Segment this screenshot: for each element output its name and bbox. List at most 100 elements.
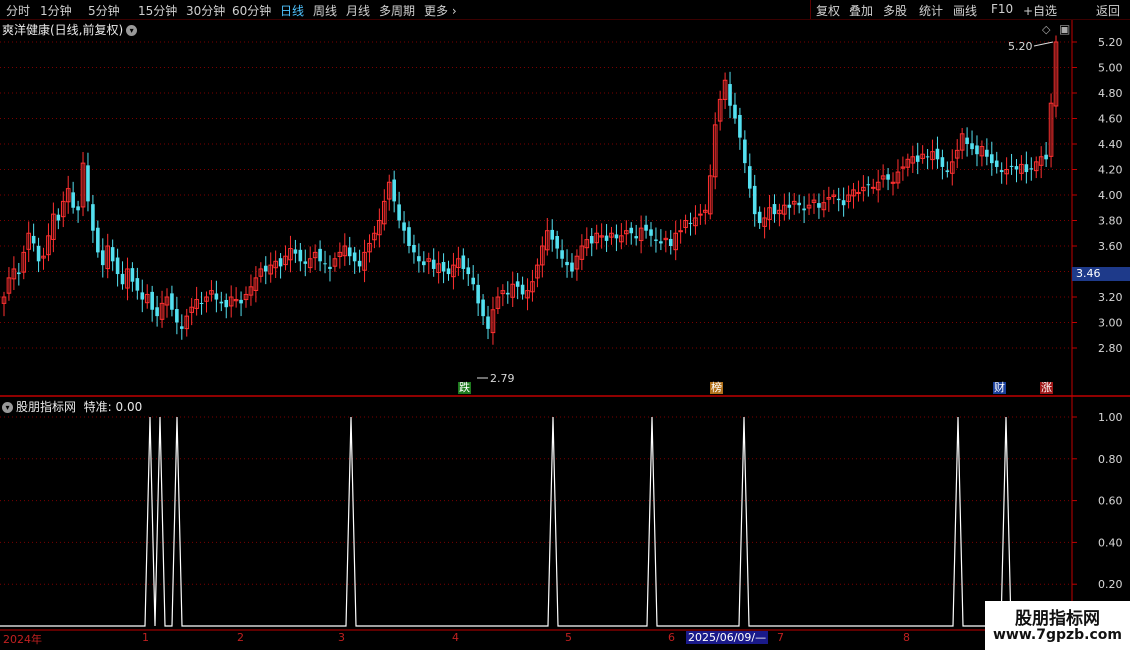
- date-label: 4: [452, 631, 459, 644]
- candle-body: [1044, 154, 1048, 160]
- candle-body: [747, 166, 752, 189]
- candle-body: [1029, 168, 1034, 170]
- candle-body: [278, 258, 283, 267]
- candle-body: [110, 247, 115, 262]
- price-tick-label: 3.80: [1098, 215, 1123, 228]
- candle-body: [155, 307, 159, 317]
- candle-body: [476, 284, 480, 304]
- candle-body: [170, 293, 174, 310]
- candle-body: [802, 208, 806, 211]
- candle-body: [318, 248, 322, 262]
- candle-body: [935, 148, 940, 160]
- panel-toggle-icon[interactable]: ▣: [1059, 22, 1070, 36]
- candle-body: [17, 272, 21, 275]
- price-tick-label: 3.00: [1098, 317, 1123, 330]
- candle-body: [180, 326, 184, 329]
- candle-body: [392, 179, 396, 202]
- date-label: 2: [237, 631, 244, 644]
- candle-body: [481, 299, 485, 317]
- candle-body: [644, 224, 648, 231]
- indicator-value: 特准: 0.00: [83, 400, 143, 414]
- price-tick-label: 4.00: [1098, 189, 1123, 202]
- date-label: 1: [142, 631, 149, 644]
- candle-body: [965, 137, 969, 144]
- candle-body: [614, 234, 619, 239]
- indicator-tick-label: 0.20: [1098, 578, 1123, 591]
- current-price-tag: 3.46: [1072, 267, 1130, 281]
- date-label: 3: [338, 631, 345, 644]
- date-label: 6: [668, 631, 675, 644]
- kline-chart[interactable]: 5.20 2.79 5.20 5.00 4.80 4.60 4.40 4.20 4.00 3.8…: [0, 0, 1130, 650]
- stock-title[interactable]: 爽洋健康(日线,前复权) ▾: [2, 21, 138, 38]
- price-tick-label: 3.60: [1098, 240, 1123, 253]
- candle-body: [733, 104, 737, 119]
- watermark-url: www.7gpzb.com: [992, 627, 1122, 643]
- candle-body: [629, 227, 634, 234]
- candle-body: [397, 204, 401, 221]
- chevron-down-icon[interactable]: ▾: [126, 25, 138, 36]
- diamond-icon[interactable]: ◇: [1042, 23, 1050, 36]
- candlestick-series: 5.20 2.79: [1, 35, 1059, 385]
- candle-body: [970, 143, 974, 150]
- marker-rise[interactable]: 涨: [1040, 382, 1053, 394]
- indicator-axis: 1.00 0.80 0.60 0.40 0.20: [1072, 411, 1123, 591]
- candle-body: [994, 160, 999, 167]
- marker-fall[interactable]: 跌: [458, 382, 471, 394]
- indicator-line: [0, 416, 1072, 627]
- candle-body: [1024, 164, 1029, 173]
- candle-body: [925, 156, 930, 158]
- date-label: 5: [565, 631, 572, 644]
- indicator-tick-label: 1.00: [1098, 411, 1123, 424]
- candle-body: [239, 299, 243, 304]
- candle-body: [757, 211, 762, 224]
- candle-body: [604, 235, 609, 241]
- indicator-title[interactable]: ▾ 股朋指标网 特准: 0.00: [2, 398, 142, 415]
- price-tick-label: 4.20: [1098, 164, 1123, 177]
- candle-body: [678, 230, 683, 233]
- marker-list[interactable]: 榜: [710, 382, 723, 394]
- candle-body: [836, 198, 841, 201]
- candle-body: [634, 236, 638, 239]
- candle-body: [56, 214, 61, 221]
- price-tick-label: 3.20: [1098, 291, 1123, 304]
- candle-body: [570, 262, 574, 272]
- candle-body: [347, 247, 352, 257]
- candle-body: [96, 227, 100, 253]
- date-label: 7: [777, 631, 784, 644]
- price-tick-label: 5.00: [1098, 62, 1123, 75]
- candle-body: [263, 265, 268, 272]
- candle-body: [36, 245, 41, 262]
- candle-body: [728, 84, 732, 106]
- candle-body: [91, 204, 95, 231]
- marker-finance[interactable]: 财: [993, 382, 1006, 394]
- candle-body: [985, 149, 989, 157]
- candle-body: [431, 259, 436, 269]
- indicator-tick-label: 0.80: [1098, 453, 1123, 466]
- candle-body: [130, 268, 135, 282]
- candle-body: [772, 204, 777, 215]
- candle-body: [668, 238, 673, 246]
- candle-body: [698, 213, 703, 216]
- candle-body: [870, 186, 876, 189]
- indicator-spike-line: [0, 416, 1072, 627]
- price-tick-label: 2.80: [1098, 342, 1123, 355]
- candle-body: [659, 241, 663, 244]
- indicator-tick-label: 0.40: [1098, 536, 1123, 549]
- selected-date: 2025/06/09/—: [686, 631, 769, 644]
- candle-body: [76, 206, 80, 211]
- candle-body: [945, 170, 950, 173]
- candle-body: [199, 302, 204, 304]
- candle-body: [402, 222, 406, 231]
- candle-body: [293, 249, 298, 254]
- chevron-down-icon[interactable]: ▾: [2, 402, 13, 413]
- price-tick-label: 4.80: [1098, 87, 1123, 100]
- price-tick-label: 4.40: [1098, 138, 1123, 151]
- candle-body: [461, 255, 466, 269]
- candle-body: [654, 239, 658, 241]
- candle-body: [999, 170, 1004, 173]
- candle-body: [817, 203, 821, 208]
- candle-body: [688, 222, 693, 224]
- candle-body: [357, 260, 362, 267]
- candle-body: [886, 174, 890, 180]
- candle-body: [407, 227, 411, 246]
